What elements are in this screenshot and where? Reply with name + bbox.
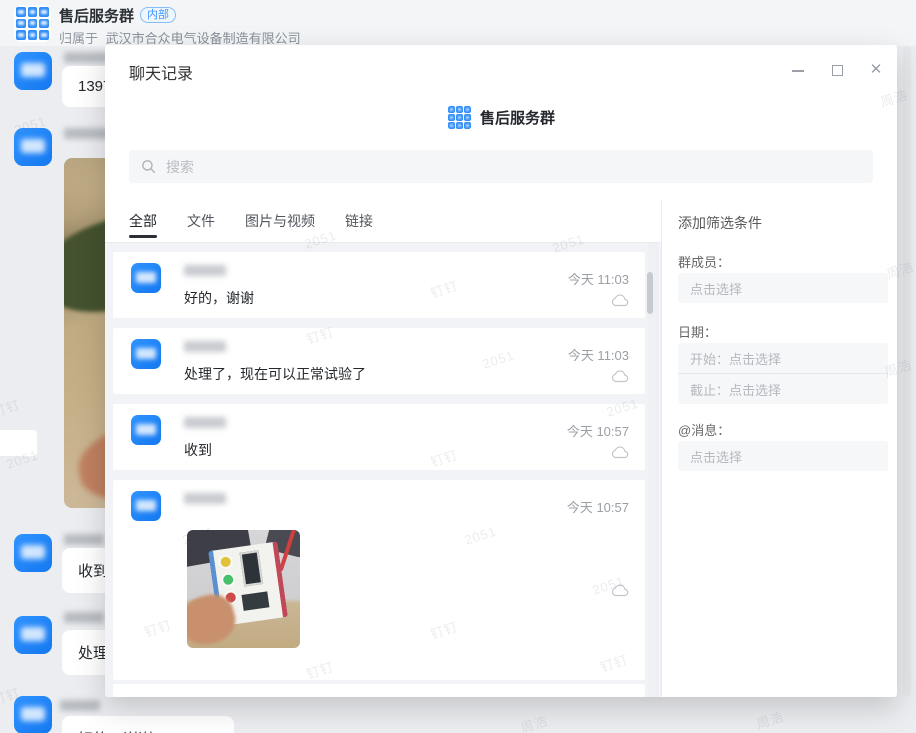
sender-name-redacted [64,534,104,545]
tab-label: 图片与视频 [245,211,315,231]
cloud-icon[interactable] [611,370,629,383]
sender-name-redacted [184,493,226,504]
sender-name-redacted [64,128,110,139]
date-end-select[interactable]: 截止：点击选择 [678,374,888,404]
date-filter-label: 日期： [678,322,717,341]
cloud-icon[interactable] [611,446,629,459]
avatar[interactable] [14,534,52,572]
sender-name-redacted [184,417,226,428]
tab-files[interactable]: 文件 [187,200,215,242]
message-row[interactable]: 处理了，现在可以正常试验了 今天 11:03 [113,328,645,394]
sender-name-redacted [64,612,104,623]
at-message-filter-label: @消息： [678,420,730,439]
tab-media[interactable]: 图片与视频 [245,200,315,242]
avatar-blurred [131,339,161,369]
message-time: 今天 10:57 [567,497,629,516]
chat-history-modal: 聊天记录 ✕ 售后服务群 全部 文件 [105,45,897,697]
message-row-partial [113,684,645,697]
member-filter-select[interactable]: 点击选择 [678,273,888,303]
tab-label: 链接 [345,211,373,231]
screen: 售后服务群 内部 归属于 武汉市合众电气设备制造有限公司 1397 收到 处理 [0,0,916,733]
search-bar[interactable] [129,150,873,183]
sender-name-redacted [184,265,226,276]
date-filter-block: 开始：点击选择 截止：点击选择 [678,343,888,404]
group-avatar-icon [447,105,472,130]
avatar[interactable] [14,616,52,654]
tab-links[interactable]: 链接 [345,200,373,242]
search-input[interactable] [164,158,768,176]
member-filter-label: 群成员： [678,252,730,271]
message-row[interactable]: 好的，谢谢 今天 11:03 [113,252,645,318]
avatar-blurred [131,263,161,293]
avatar[interactable] [14,52,52,90]
message-time: 今天 10:57 [567,421,629,440]
cloud-icon[interactable] [611,294,629,307]
at-message-filter-select[interactable]: 点击选择 [678,441,888,471]
avatar[interactable] [14,696,52,733]
message-list: 好的，谢谢 今天 11:03 处理了，现在可以正常试验了 今天 11:03 [105,243,661,697]
message-text: 好的，谢谢 [184,288,254,308]
filter-panel-title: 添加筛选条件 [678,213,762,233]
app-header: 售后服务群 内部 归属于 武汉市合众电气设备制造有限公司 [0,0,916,46]
tab-all[interactable]: 全部 [129,200,157,242]
ownership-prefix: 归属于 [59,31,98,46]
group-avatar-icon[interactable] [14,5,51,42]
photo-message-thumbnail[interactable] [187,530,300,648]
message-row[interactable]: 收到 今天 10:57 [113,404,645,470]
white-patch [0,430,37,456]
internal-badge: 内部 [140,7,176,23]
message-row[interactable]: 今天 10:57 [113,480,645,680]
message-bubble[interactable]: 好的，谢谢 [62,716,234,733]
maximize-icon[interactable] [830,63,844,77]
message-text: 收到 [184,440,212,460]
cloud-icon[interactable] [611,584,629,597]
modal-group-name: 售后服务群 [480,107,555,128]
minimize-icon[interactable] [791,63,805,77]
window-scrollbar[interactable] [903,46,911,697]
tab-label: 全部 [129,211,157,231]
message-time: 今天 11:03 [568,345,629,364]
tab-label: 文件 [187,211,215,231]
group-title: 售后服务群 [59,5,134,26]
date-start-select[interactable]: 开始：点击选择 [678,343,888,373]
search-icon [141,159,156,174]
avatar-blurred [131,415,161,445]
avatar-blurred [131,491,161,521]
sender-name-redacted [64,52,110,63]
list-scrollbar-track[interactable] [648,243,658,697]
window-controls: ✕ [791,63,883,77]
tab-bar: 全部 文件 图片与视频 链接 [105,200,661,243]
sender-name-redacted [60,700,100,711]
sender-name-redacted [184,341,226,352]
modal-title: 聊天记录 [129,60,193,84]
list-scrollbar-thumb[interactable] [647,272,653,314]
close-icon[interactable]: ✕ [869,63,883,77]
header-titles: 售后服务群 内部 归属于 武汉市合众电气设备制造有限公司 [59,6,301,47]
message-text: 处理了，现在可以正常试验了 [184,364,366,384]
message-time: 今天 11:03 [568,269,629,288]
filter-panel: 添加筛选条件 群成员： 点击选择 日期： 开始：点击选择 截止：点击选择 @消息… [661,200,897,697]
active-tab-underline [129,235,157,238]
avatar[interactable] [14,128,52,166]
modal-group-header: 售后服务群 [105,105,897,130]
company-name: 武汉市合众电气设备制造有限公司 [106,31,301,46]
